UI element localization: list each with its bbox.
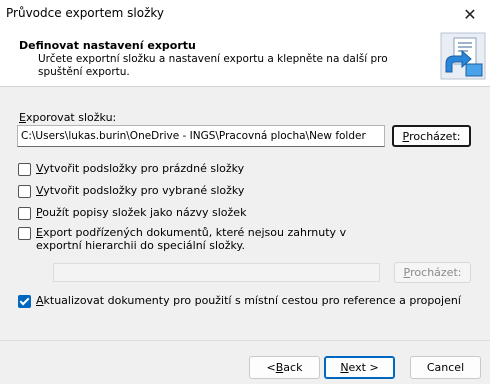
option-use-folder-descriptions[interactable]: Použít popisy složek jako názvy složek xyxy=(18,206,246,220)
option-update-documents-local-path[interactable]: Aktualizovat dokumenty pro použití s mís… xyxy=(18,294,461,308)
export-folder-wizard-dialog: Průvodce exportem složky ✕ Definovat nas… xyxy=(0,0,490,384)
header-description: Určete exportní složku a nastavení expor… xyxy=(38,53,388,78)
checkbox[interactable] xyxy=(18,163,31,176)
option-create-empty-subfolders[interactable]: Vytvořit podsložky pro prázdné složky xyxy=(18,162,244,176)
checkbox-checked[interactable] xyxy=(18,295,31,308)
option-create-selected-subfolders[interactable]: Vytvořit podsložky pro vybrané složky xyxy=(18,184,244,198)
browse-special-folder-button: Procházet: xyxy=(394,262,471,283)
window-title: Průvodce exportem složky xyxy=(6,6,165,20)
checkbox[interactable] xyxy=(18,185,31,198)
close-icon[interactable]: ✕ xyxy=(450,0,490,28)
next-button[interactable]: Next > xyxy=(324,356,395,379)
header-title: Definovat nastavení exportu xyxy=(19,39,196,52)
checkbox[interactable] xyxy=(18,227,31,240)
export-folder-path-input[interactable]: C:\Users\lukas.burin\OneDrive - INGS\Pra… xyxy=(17,125,385,147)
checkbox[interactable] xyxy=(18,207,31,220)
back-button[interactable]: < Back xyxy=(249,356,320,379)
export-folder-label: Exporovat složku: xyxy=(19,111,117,124)
special-folder-path-input xyxy=(53,263,380,282)
title-bar: Průvodce exportem složky ✕ xyxy=(0,0,490,28)
export-wizard-icon xyxy=(440,32,486,80)
wizard-header: Definovat nastavení exportu Určete expor… xyxy=(0,28,490,87)
browse-export-folder-button[interactable]: Procházet: xyxy=(392,125,471,147)
footer-divider xyxy=(0,340,490,341)
option-export-child-documents-special-folder[interactable]: Export podřízených dokumentů, které nejs… xyxy=(18,226,348,252)
cancel-button[interactable]: Cancel xyxy=(410,356,481,379)
